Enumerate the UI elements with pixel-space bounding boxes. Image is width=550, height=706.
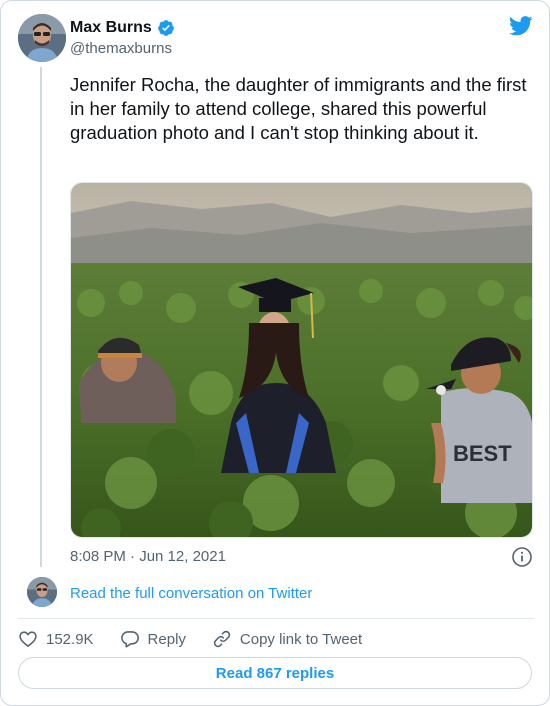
reply-label: Reply [147, 630, 186, 648]
author-avatar[interactable] [18, 14, 66, 62]
read-replies-button[interactable]: Read 867 replies [18, 657, 532, 689]
read-full-conversation-link[interactable]: Read the full conversation on Twitter [70, 584, 312, 604]
heart-icon [19, 631, 37, 648]
author-name[interactable]: Max Burns [70, 18, 175, 38]
tweet-card: Max Burns @themaxburns Jennifer Rocha, t… [0, 0, 550, 706]
reply-button[interactable]: Reply [120, 629, 186, 649]
copy-link-button[interactable]: Copy link to Tweet [212, 629, 362, 649]
tweet-text: Jennifer Rocha, the daughter of immigran… [70, 74, 527, 143]
divider [18, 618, 534, 619]
thread-line [40, 67, 42, 567]
like-button[interactable]: 152.9K [18, 629, 94, 649]
svg-text:BEST: BEST [453, 441, 512, 466]
link-icon [213, 630, 231, 648]
twitter-bird-icon[interactable] [509, 16, 533, 36]
reply-icon [120, 631, 139, 648]
tweet-timestamp[interactable]: 8:08 PM · Jun 12, 2021 [70, 547, 226, 567]
small-author-avatar[interactable] [27, 577, 57, 607]
tweet-photo[interactable]: BEST [70, 182, 533, 538]
info-icon[interactable] [511, 546, 533, 568]
tweet-actions: 152.9K Reply Copy link to Tweet [18, 627, 388, 651]
verified-badge-icon [157, 20, 174, 36]
like-count: 152.9K [46, 630, 94, 648]
author-name-text: Max Burns [70, 19, 152, 36]
author-handle[interactable]: @themaxburns [70, 39, 172, 59]
copy-link-label: Copy link to Tweet [239, 630, 363, 648]
